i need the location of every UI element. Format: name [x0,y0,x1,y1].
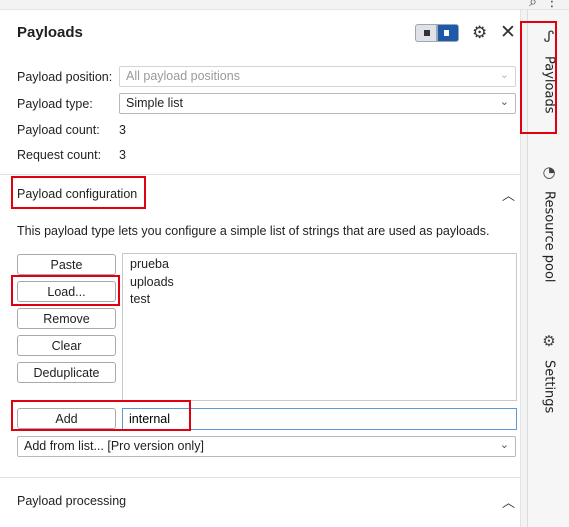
divider [0,477,520,478]
pie-chart-icon: ◔ [542,163,556,181]
payload-type-label: Payload type: [17,97,93,111]
add-from-list-select[interactable]: Add from list... [Pro version only] ⌄ [17,436,516,457]
chevron-down-icon: ⌄ [499,439,509,451]
add-from-list-value: Add from list... [Pro version only] [24,439,204,453]
right-sidebar: ᔑ Payloads ◔ Resource pool ⚙ Settings [527,10,569,527]
config-description: This payload type lets you configure a s… [17,224,490,238]
search-icon[interactable]: ⌕ [529,0,537,10]
list-item[interactable]: uploads [130,274,509,292]
collapse-icon[interactable]: ︿ [502,492,515,511]
add-item-input[interactable] [122,408,517,430]
layout-right-icon[interactable] [437,24,459,42]
tab-resource-pool-label: Resource pool [541,191,557,283]
chevron-down-icon: ⌄ [499,96,509,108]
request-count-value: 3 [119,148,126,162]
panel-title: Payloads [17,24,83,41]
chevron-down-icon: ⌄ [499,69,509,81]
layout-left-icon[interactable] [415,24,437,42]
top-strip: ⌕ ⋮ [0,0,569,10]
tab-payloads-label: Payloads [541,56,557,114]
collapse-icon[interactable]: ︿ [502,185,515,204]
gear-icon[interactable]: ⚙ [472,23,487,43]
remove-button[interactable]: Remove [17,308,116,329]
list-item[interactable]: prueba [130,256,509,274]
payload-count-value: 3 [119,123,126,137]
add-button[interactable]: Add [17,408,116,429]
scrollbar[interactable] [520,10,527,527]
tab-settings[interactable]: ⚙ Settings [528,332,569,413]
payload-position-label: Payload position: [17,70,113,84]
list-item[interactable]: test [130,291,509,309]
tab-settings-label: Settings [541,360,557,414]
close-icon[interactable]: ✕ [500,21,516,43]
request-count-label: Request count: [17,148,102,162]
payloads-icon: ᔑ [543,28,555,46]
payload-count-label: Payload count: [17,123,100,137]
payload-type-select[interactable]: Simple list ⌄ [119,93,516,114]
more-icon[interactable]: ⋮ [545,0,559,10]
payloads-panel: Payloads ⚙ ✕ Payload position: All paylo… [0,10,527,527]
payload-position-select: All payload positions ⌄ [119,66,516,87]
payload-processing-title[interactable]: Payload processing [17,494,126,508]
tab-payloads[interactable]: ᔑ Payloads [528,28,569,113]
gear-icon: ⚙ [542,332,556,350]
load-button[interactable]: Load... [17,281,116,302]
payload-position-value: All payload positions [126,69,240,83]
layout-toggle[interactable] [415,24,459,42]
payload-configuration-title[interactable]: Payload configuration [17,187,137,201]
paste-button[interactable]: Paste [17,254,116,275]
deduplicate-button[interactable]: Deduplicate [17,362,116,383]
payload-list[interactable]: prueba uploads test [122,253,517,401]
payload-type-value: Simple list [126,96,183,110]
clear-button[interactable]: Clear [17,335,116,356]
tab-resource-pool[interactable]: ◔ Resource pool [528,163,569,283]
divider [0,174,520,175]
